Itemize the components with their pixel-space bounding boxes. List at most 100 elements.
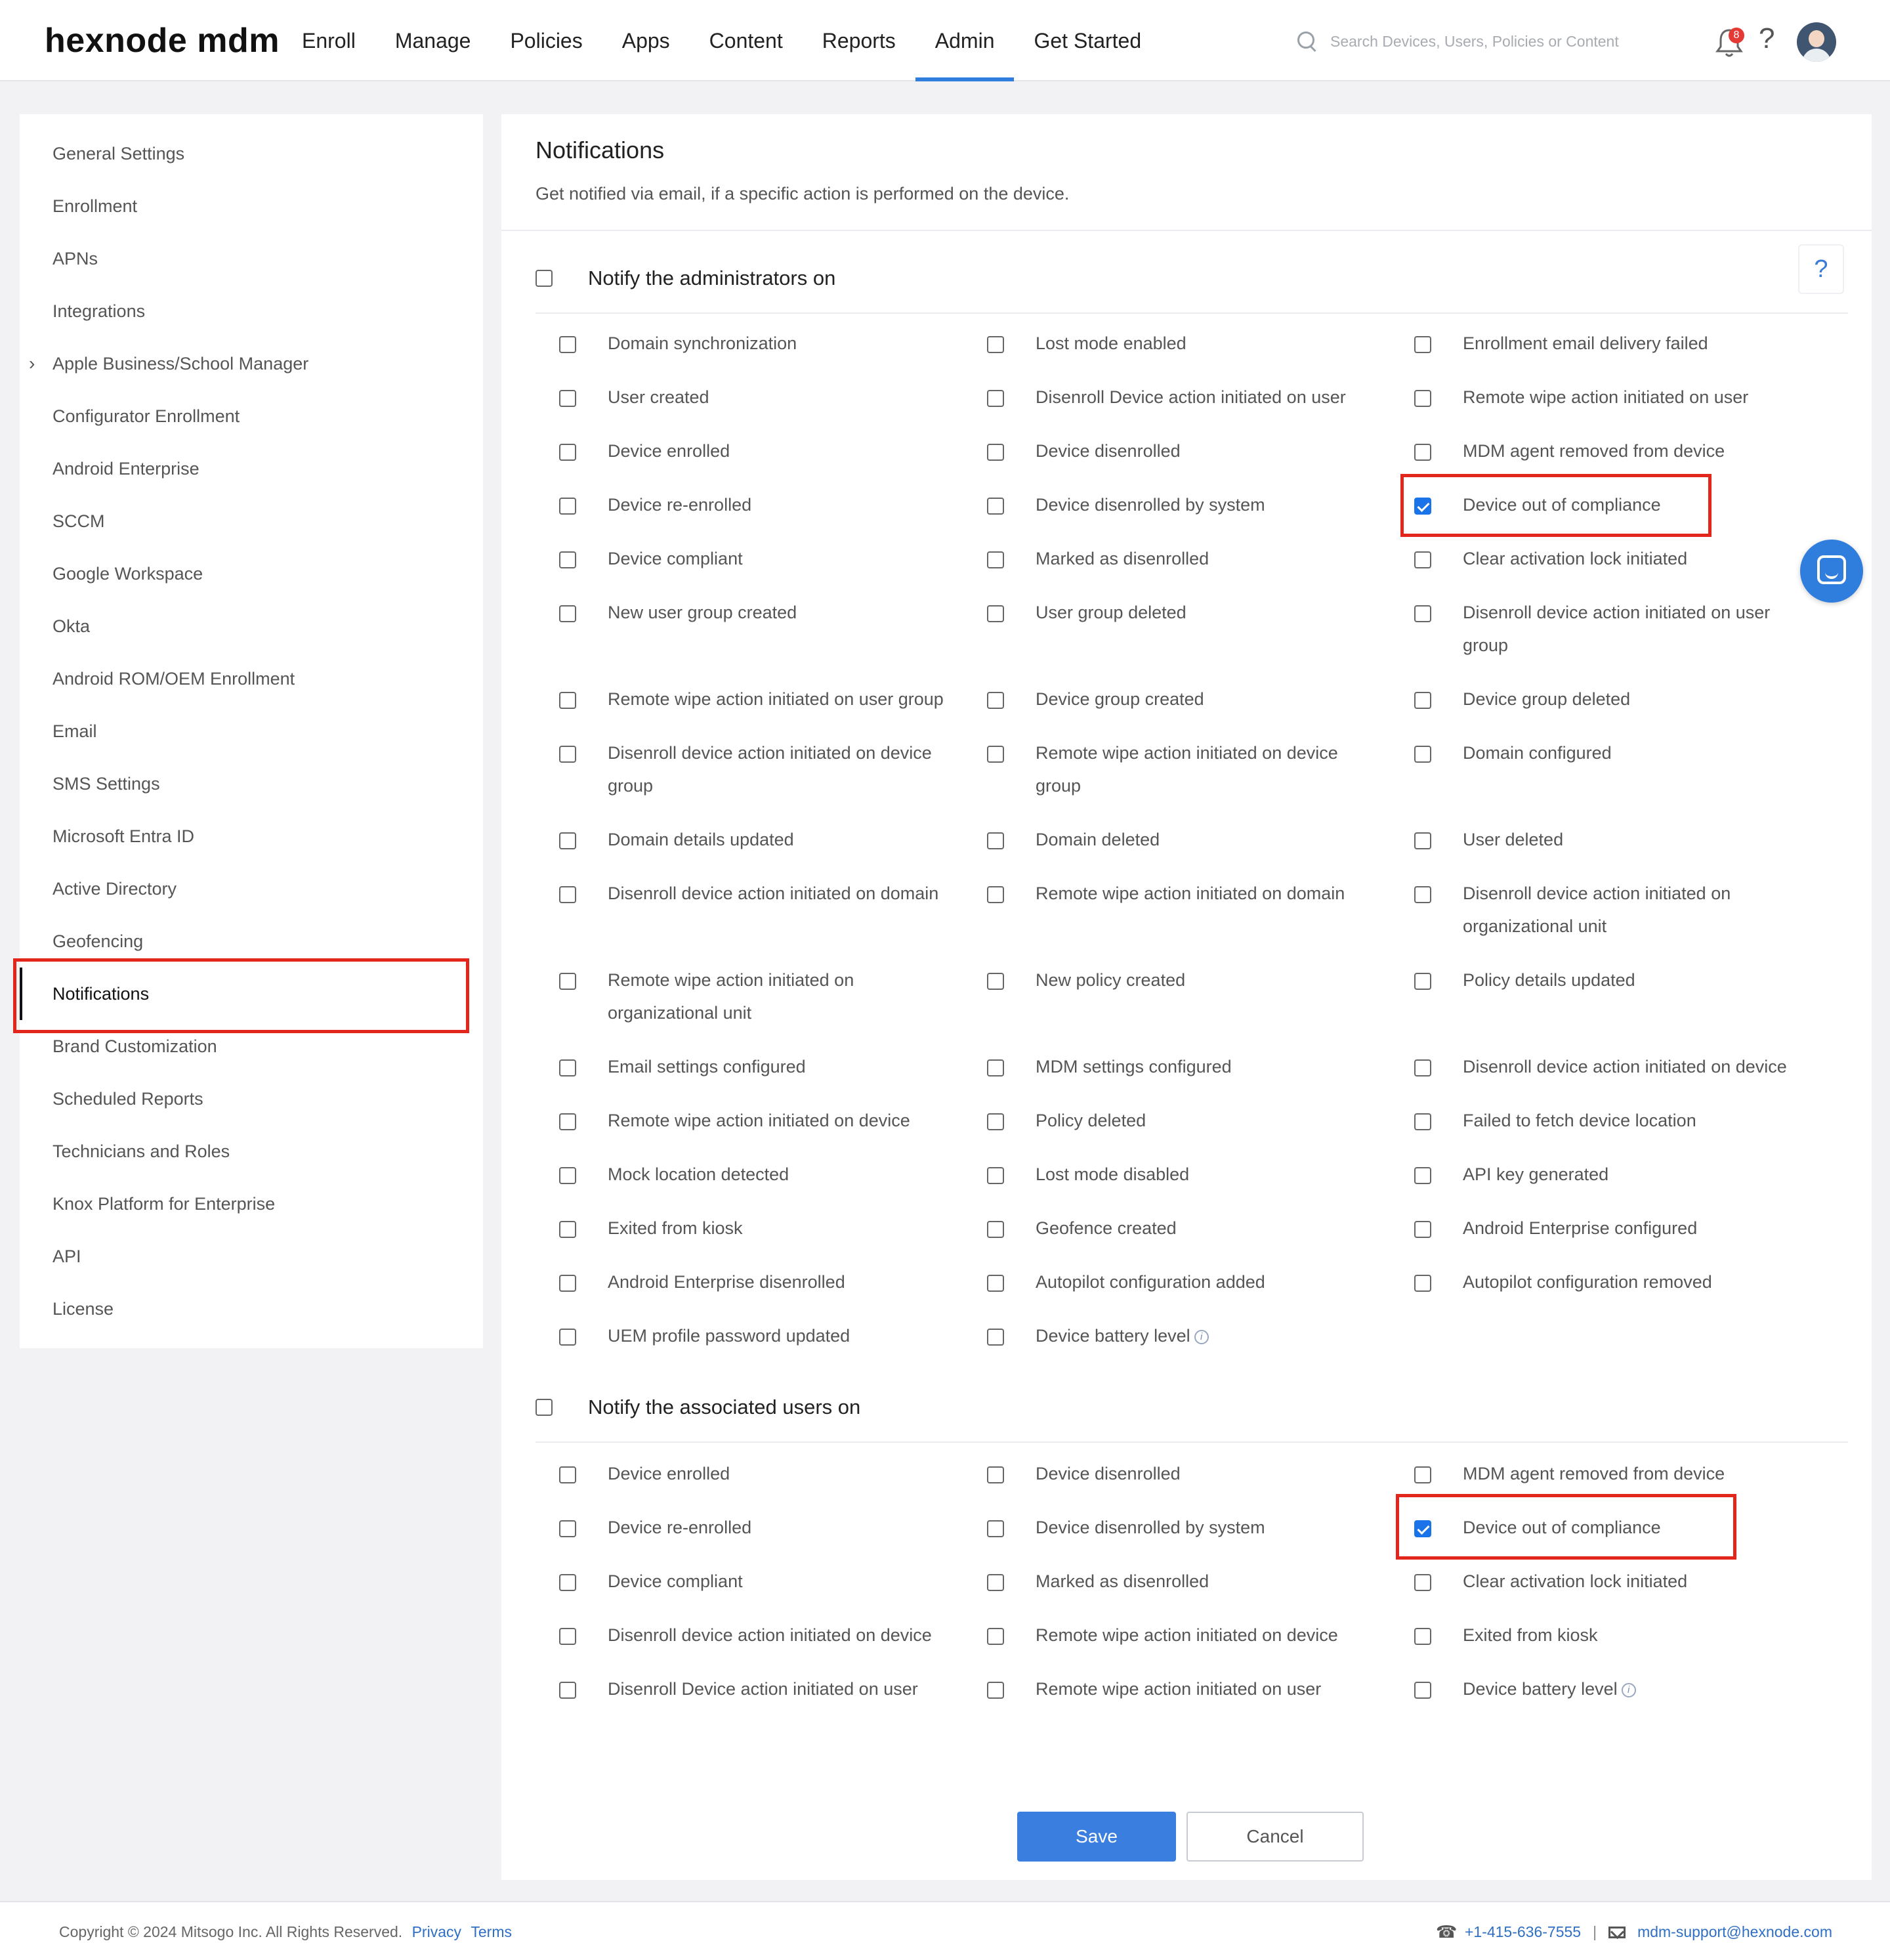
- notify-option-device-disenrolled-by-system[interactable]: Device disenrolled by system: [987, 1518, 1377, 1544]
- checkbox[interactable]: [1414, 1275, 1431, 1292]
- sidebar-item-google-workspace[interactable]: Google Workspace: [20, 547, 483, 600]
- checkbox[interactable]: [1414, 746, 1431, 763]
- checkbox[interactable]: [559, 1113, 576, 1130]
- checkbox[interactable]: [559, 551, 576, 568]
- sidebar-item-android-rom-oem-enrollment[interactable]: Android ROM/OEM Enrollment: [20, 652, 483, 705]
- notify-option-new-policy-created[interactable]: New policy created: [987, 970, 1377, 996]
- nav-admin[interactable]: Admin: [915, 0, 1015, 81]
- checkbox[interactable]: [1414, 1221, 1431, 1238]
- checkbox[interactable]: [1414, 692, 1431, 709]
- notify-option-mock-location-detected[interactable]: Mock location detected: [559, 1164, 949, 1191]
- notify-option-autopilot-configuration-removed[interactable]: Autopilot configuration removed: [1414, 1272, 1804, 1298]
- notify-option-android-enterprise-disenrolled[interactable]: Android Enterprise disenrolled: [559, 1272, 949, 1298]
- info-icon[interactable]: i: [1621, 1682, 1636, 1697]
- notify-option-remote-wipe-action-initiated-on-device[interactable]: Remote wipe action initiated on device: [559, 1111, 949, 1137]
- checkbox[interactable]: [1414, 390, 1431, 407]
- checkbox[interactable]: [559, 498, 576, 515]
- support-phone[interactable]: +1-415-636-7555: [1465, 1923, 1581, 1941]
- checkbox[interactable]: [1414, 1628, 1431, 1645]
- notify-option-autopilot-configuration-added[interactable]: Autopilot configuration added: [987, 1272, 1377, 1298]
- admin-select-all-checkbox[interactable]: [536, 270, 553, 287]
- notify-option-disenroll-device-action-initiated-on-user[interactable]: Disenroll Device action initiated on use…: [559, 1679, 949, 1705]
- checkbox[interactable]: [559, 973, 576, 990]
- privacy-link[interactable]: Privacy: [412, 1923, 461, 1940]
- sidebar-item-license[interactable]: License: [20, 1283, 483, 1335]
- notify-option-disenroll-device-action-initiated-on-organizational-unit[interactable]: Disenroll device action initiated on org…: [1414, 884, 1804, 943]
- checkbox[interactable]: [1414, 444, 1431, 461]
- support-email[interactable]: mdm-support@hexnode.com: [1637, 1923, 1832, 1941]
- notify-option-mdm-agent-removed-from-device[interactable]: MDM agent removed from device: [1414, 441, 1804, 467]
- notify-option-user-deleted[interactable]: User deleted: [1414, 830, 1804, 856]
- checkbox[interactable]: [987, 444, 1004, 461]
- checkbox[interactable]: [559, 605, 576, 622]
- sidebar-item-general-settings[interactable]: General Settings: [20, 127, 483, 180]
- notify-option-device-battery-level[interactable]: Device battery level i: [987, 1326, 1377, 1352]
- notify-option-clear-activation-lock-initiated[interactable]: Clear activation lock initiated: [1414, 549, 1804, 575]
- sidebar-item-sms-settings[interactable]: SMS Settings: [20, 757, 483, 810]
- sidebar-item-configurator-enrollment[interactable]: Configurator Enrollment: [20, 390, 483, 442]
- notify-option-policy-details-updated[interactable]: Policy details updated: [1414, 970, 1804, 996]
- notify-option-device-battery-level[interactable]: Device battery level i: [1414, 1679, 1804, 1705]
- terms-link[interactable]: Terms: [471, 1923, 512, 1940]
- sidebar-item-api[interactable]: API: [20, 1230, 483, 1283]
- checkbox[interactable]: [1414, 551, 1431, 568]
- nav-policies[interactable]: Policies: [490, 0, 602, 81]
- nav-manage[interactable]: Manage: [375, 0, 491, 81]
- checkbox[interactable]: [1414, 1574, 1431, 1591]
- checkbox[interactable]: [559, 336, 576, 353]
- checkbox[interactable]: [987, 551, 1004, 568]
- notify-option-device-group-deleted[interactable]: Device group deleted: [1414, 689, 1804, 715]
- checkbox[interactable]: [987, 832, 1004, 849]
- notify-option-domain-deleted[interactable]: Domain deleted: [987, 830, 1377, 856]
- notify-option-disenroll-device-action-initiated-on-device[interactable]: Disenroll device action initiated on dev…: [559, 1625, 949, 1651]
- checkbox[interactable]: [559, 886, 576, 903]
- checkbox[interactable]: [1414, 605, 1431, 622]
- help-button[interactable]: ?: [1798, 244, 1844, 294]
- notify-option-device-disenrolled-by-system[interactable]: Device disenrolled by system: [987, 495, 1377, 521]
- checkbox[interactable]: [987, 1520, 1004, 1537]
- checkbox[interactable]: [1414, 886, 1431, 903]
- notify-option-exited-from-kiosk[interactable]: Exited from kiosk: [1414, 1625, 1804, 1651]
- checkbox[interactable]: [987, 498, 1004, 515]
- checkbox[interactable]: [1414, 1466, 1431, 1483]
- notify-option-enrollment-email-delivery-failed[interactable]: Enrollment email delivery failed: [1414, 333, 1804, 360]
- checkbox[interactable]: [1414, 832, 1431, 849]
- checkbox[interactable]: [559, 1167, 576, 1184]
- notify-option-domain-details-updated[interactable]: Domain details updated: [559, 830, 949, 856]
- notify-option-disenroll-device-action-initiated-on-device-group[interactable]: Disenroll device action initiated on dev…: [559, 743, 949, 802]
- nav-apps[interactable]: Apps: [602, 0, 690, 81]
- checkbox[interactable]: [559, 1520, 576, 1537]
- notify-option-email-settings-configured[interactable]: Email settings configured: [559, 1057, 949, 1083]
- notify-option-disenroll-device-action-initiated-on-user[interactable]: Disenroll Device action initiated on use…: [987, 387, 1377, 414]
- sidebar-item-microsoft-entra-id[interactable]: Microsoft Entra ID: [20, 810, 483, 863]
- nav-reports[interactable]: Reports: [803, 0, 915, 81]
- sidebar-item-enrollment[interactable]: Enrollment: [20, 180, 483, 232]
- notify-option-user-created[interactable]: User created: [559, 387, 949, 414]
- notify-option-api-key-generated[interactable]: API key generated: [1414, 1164, 1804, 1191]
- checkbox[interactable]: [987, 1682, 1004, 1699]
- save-button[interactable]: Save: [1017, 1812, 1176, 1862]
- checkbox[interactable]: [559, 1574, 576, 1591]
- notify-option-exited-from-kiosk[interactable]: Exited from kiosk: [559, 1218, 949, 1245]
- notify-option-mdm-agent-removed-from-device[interactable]: MDM agent removed from device: [1414, 1464, 1804, 1490]
- checkbox[interactable]: [1414, 1059, 1431, 1076]
- notify-option-device-compliant[interactable]: Device compliant: [559, 549, 949, 575]
- notify-option-policy-deleted[interactable]: Policy deleted: [987, 1111, 1377, 1137]
- checkbox[interactable]: [987, 390, 1004, 407]
- checkbox[interactable]: [559, 390, 576, 407]
- checkbox[interactable]: [987, 886, 1004, 903]
- notify-option-domain-configured[interactable]: Domain configured: [1414, 743, 1804, 769]
- notify-option-remote-wipe-action-initiated-on-user[interactable]: Remote wipe action initiated on user: [987, 1679, 1377, 1705]
- checkbox[interactable]: [1414, 1682, 1431, 1699]
- checkbox[interactable]: [559, 1466, 576, 1483]
- hexnode-logo[interactable]: hexnode mdm: [45, 21, 280, 60]
- checkbox[interactable]: [559, 832, 576, 849]
- notify-option-remote-wipe-action-initiated-on-organizational-unit[interactable]: Remote wipe action initiated on organiza…: [559, 970, 949, 1029]
- checkbox[interactable]: [559, 444, 576, 461]
- notify-option-mdm-settings-configured[interactable]: MDM settings configured: [987, 1057, 1377, 1083]
- help-icon[interactable]: ?: [1759, 22, 1774, 55]
- notify-option-disenroll-device-action-initiated-on-device[interactable]: Disenroll device action initiated on dev…: [1414, 1057, 1804, 1083]
- sidebar-item-apple-business-school-manager[interactable]: › Apple Business/School Manager: [20, 337, 483, 390]
- sidebar-item-knox-platform-for-enterprise[interactable]: Knox Platform for Enterprise: [20, 1178, 483, 1230]
- user-avatar[interactable]: [1797, 22, 1836, 62]
